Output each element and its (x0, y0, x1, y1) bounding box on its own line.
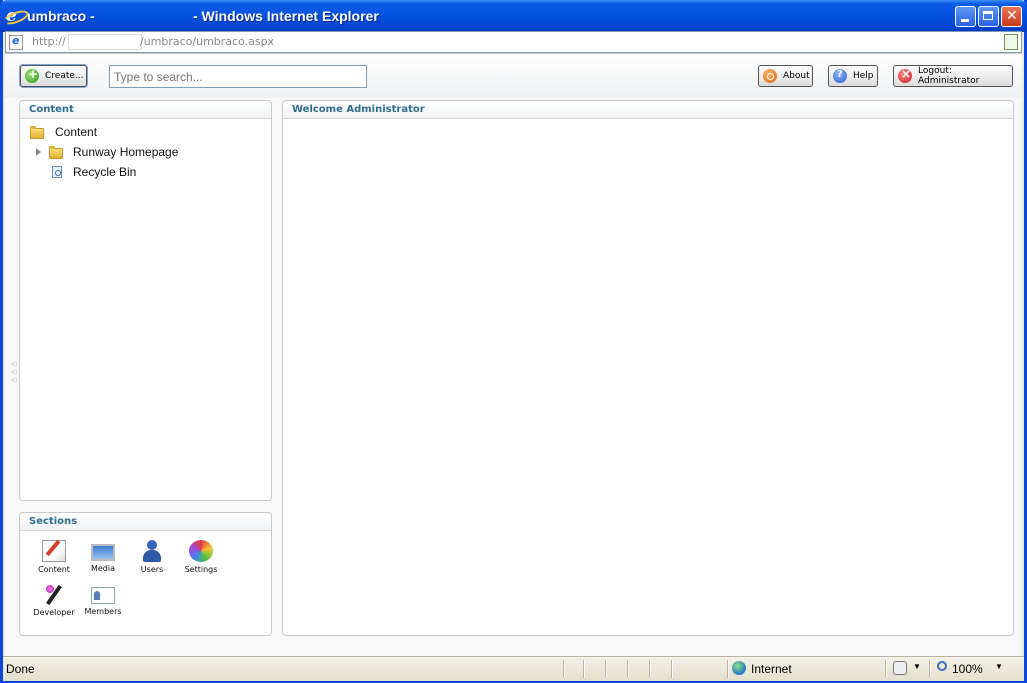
redacted-host (68, 34, 142, 50)
members-icon (91, 587, 115, 604)
section-label: Settings (184, 565, 218, 574)
status-bar: Done Internet ▼ 100% ▼ (3, 656, 1024, 681)
help-icon (833, 69, 847, 83)
chevron-down-icon[interactable]: ▼ (913, 662, 921, 671)
welcome-panel: Welcome Administrator (282, 100, 1014, 636)
address-bar[interactable]: http:// /umbraco/umbraco.aspx (5, 31, 1022, 53)
media-icon (91, 544, 115, 561)
section-users[interactable]: Users (129, 540, 175, 574)
section-media[interactable]: Media (80, 540, 126, 573)
status-divider (727, 660, 728, 678)
tree-item-label: Recycle Bin (73, 165, 137, 179)
url-path[interactable]: /umbraco/umbraco.aspx (140, 35, 274, 48)
status-divider (627, 660, 628, 678)
sections-panel: Sections Content Media Users Settings De… (19, 512, 272, 636)
about-icon (763, 69, 777, 83)
umbraco-app: Create... About Help Logout: Administrat… (5, 53, 1022, 657)
status-text: Done (6, 662, 35, 676)
tree-item-runway-homepage[interactable]: Runway Homepage (36, 145, 178, 159)
tree-item-recycle-bin[interactable]: Recycle Bin (52, 165, 136, 179)
help-button[interactable]: Help (828, 65, 878, 87)
status-divider (563, 660, 564, 678)
welcome-panel-title: Welcome Administrator (283, 101, 1013, 119)
logout-button[interactable]: Logout: Administrator (893, 65, 1013, 87)
section-label: Users (140, 565, 164, 574)
zoom-level[interactable]: 100% (952, 662, 983, 676)
page-icon (9, 34, 23, 50)
status-divider (649, 660, 650, 678)
section-members[interactable]: Members (80, 583, 126, 616)
status-divider (605, 660, 606, 678)
minimize-button[interactable] (955, 6, 976, 27)
window-title-left: umbraco - (27, 8, 95, 24)
developer-icon (42, 583, 66, 605)
folder-icon (30, 125, 45, 139)
content-panel: Content Content Runway Homepage Recycle … (19, 100, 272, 501)
status-divider (929, 660, 930, 678)
tree-item-label: Runway Homepage (73, 145, 179, 159)
create-button-label: Create... (45, 71, 84, 81)
settings-icon (189, 540, 213, 562)
panel-splitter-handle[interactable]: ◁ ◁ ◁ (11, 360, 16, 386)
status-divider (583, 660, 584, 678)
close-window-button[interactable] (1001, 6, 1022, 27)
zoom-icon[interactable] (937, 661, 947, 671)
section-label: Content (38, 565, 70, 574)
url-prefix[interactable]: http:// (32, 35, 66, 48)
maximize-button[interactable] (978, 6, 999, 27)
section-label: Members (84, 607, 122, 616)
status-divider (671, 660, 672, 678)
search-input[interactable] (109, 65, 367, 88)
internet-zone-icon (732, 661, 746, 675)
recycle-bin-icon (52, 166, 62, 178)
protected-mode-icon[interactable] (893, 661, 907, 675)
help-button-label: Help (853, 71, 874, 81)
users-icon (140, 540, 164, 562)
security-zone-label[interactable]: Internet (751, 662, 792, 676)
content-panel-title: Content (20, 101, 271, 119)
section-label: Developer (33, 608, 75, 617)
tree-item-content[interactable]: Content (30, 125, 97, 139)
section-settings[interactable]: Settings (178, 540, 224, 574)
create-button[interactable]: Create... (20, 65, 87, 87)
about-button-label: About (783, 71, 810, 81)
status-divider (885, 660, 886, 678)
logout-button-label: Logout: Administrator (918, 66, 980, 86)
window-title-right: - Windows Internet Explorer (193, 8, 379, 24)
internet-explorer-icon: e (6, 7, 22, 25)
content-icon (42, 540, 66, 562)
logout-icon (898, 67, 912, 83)
browser-window: e umbraco - - Windows Internet Explorer … (0, 0, 1027, 683)
title-bar[interactable]: e umbraco - - Windows Internet Explorer (0, 0, 1027, 32)
section-label: Media (90, 564, 116, 573)
section-developer[interactable]: Developer (31, 583, 77, 617)
top-toolbar: Create... About Help Logout: Administrat… (5, 54, 1022, 98)
folder-icon (49, 145, 64, 159)
chevron-down-icon[interactable]: ▼ (995, 662, 1003, 671)
about-button[interactable]: About (758, 65, 813, 87)
image-icon[interactable] (1004, 34, 1018, 50)
sections-panel-title: Sections (20, 513, 271, 531)
section-content[interactable]: Content (31, 540, 77, 574)
expand-arrow-icon[interactable] (36, 148, 41, 156)
add-icon (25, 67, 39, 83)
tree-item-label: Content (55, 125, 98, 139)
